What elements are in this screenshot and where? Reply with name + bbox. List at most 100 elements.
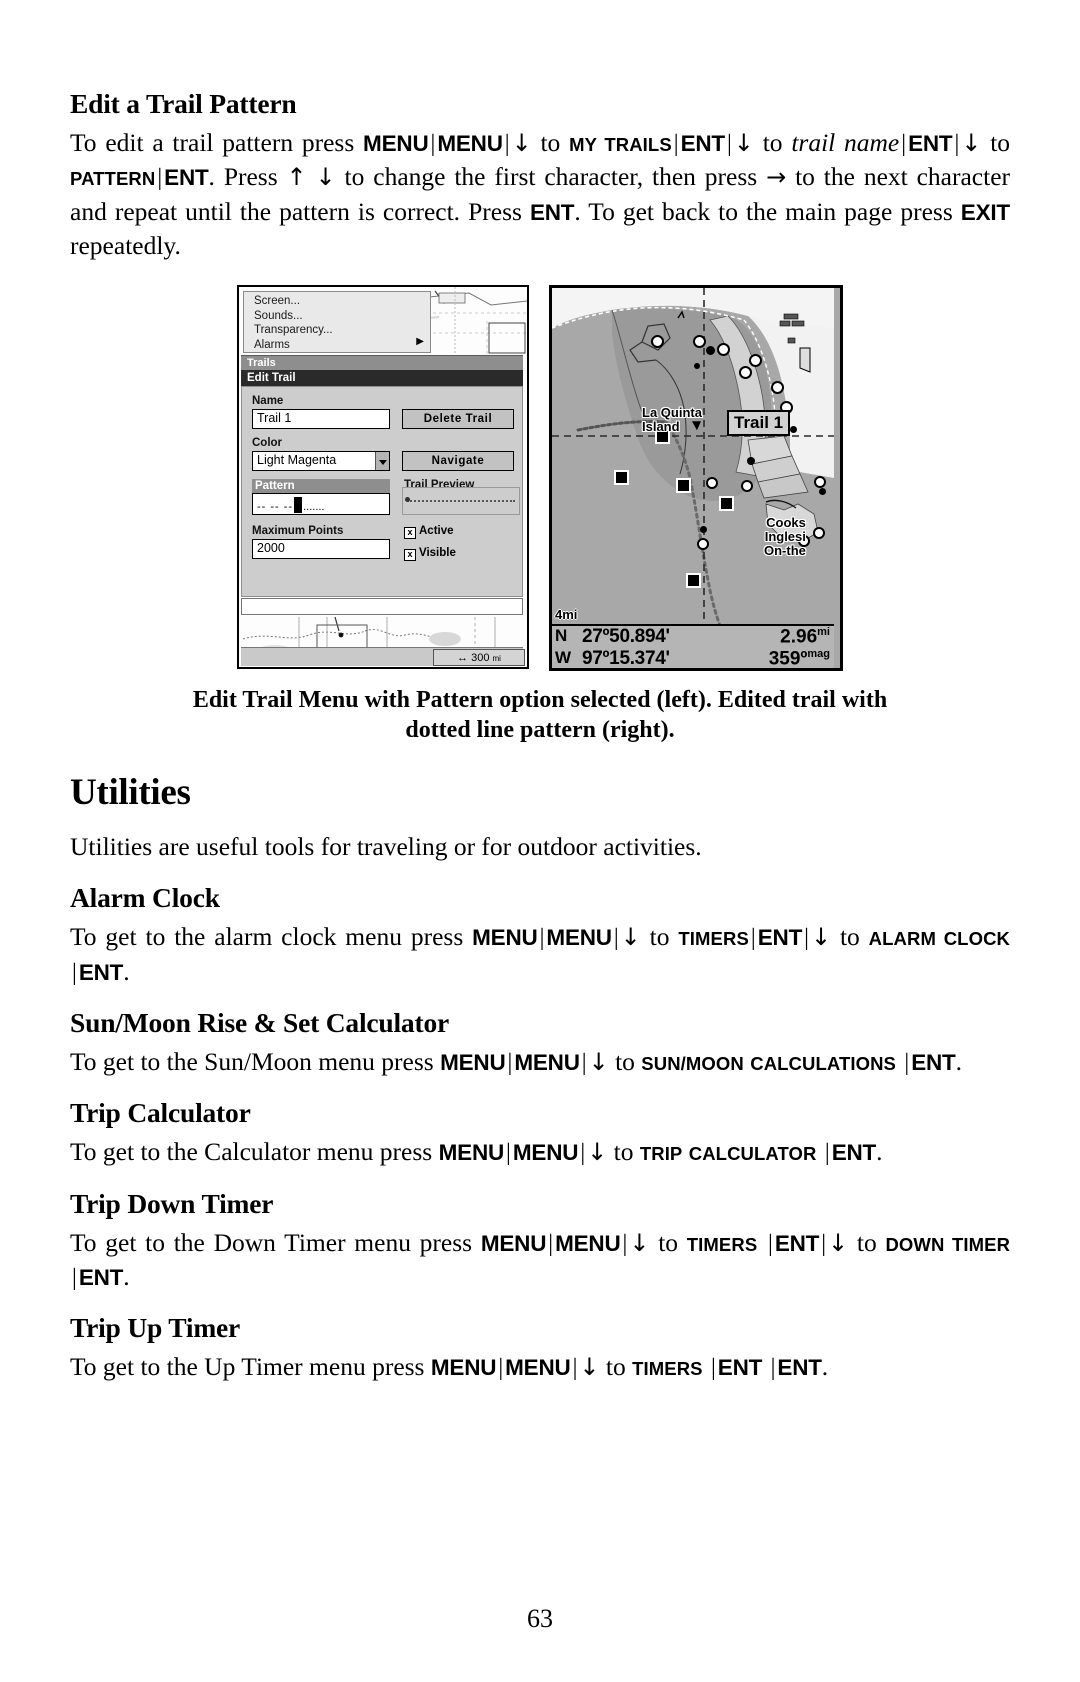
arrow-down-icon: ↓ bbox=[828, 1228, 849, 1257]
key-separator: | bbox=[726, 131, 732, 157]
edit-trail-dialog: Name Trail 1 Delete Trail Color Light Ma… bbox=[241, 386, 523, 598]
paragraph-text: To get to the Up Timer menu press bbox=[70, 1352, 431, 1382]
checkbox-mark: x bbox=[404, 527, 416, 540]
figure-screenshots: Screen... Sounds... Transparency... Alar… bbox=[70, 285, 1010, 672]
bearing-value: 359º bbox=[768, 648, 808, 670]
map-label-la-quinta: La Quinta Island bbox=[642, 406, 702, 434]
key-separator: | bbox=[750, 925, 756, 952]
chevron-down-icon[interactable] bbox=[375, 452, 389, 471]
map-label-line2: Island bbox=[642, 419, 680, 435]
utilities-intro: Utilities are useful tools for traveling… bbox=[70, 832, 702, 862]
key-separator: | bbox=[498, 1355, 504, 1382]
latitude-row: N 27º50.894' 2.96mi bbox=[552, 626, 834, 648]
map-label-line3: On-the bbox=[764, 543, 806, 559]
color-select[interactable]: Light Magenta bbox=[252, 451, 390, 472]
key-menu: MENU bbox=[546, 925, 612, 951]
navigate-button[interactable]: Navigate bbox=[402, 451, 514, 472]
visible-label: Visible bbox=[419, 547, 456, 560]
key-separator: | bbox=[506, 1140, 511, 1167]
menu-calculator: Calculator bbox=[688, 1143, 817, 1165]
arrow-down-icon: ↓ bbox=[629, 1228, 650, 1257]
word-to: to bbox=[649, 922, 670, 952]
visible-checkbox[interactable]: x Visible bbox=[404, 547, 456, 562]
key-menu: MENU bbox=[480, 1230, 547, 1256]
key-ent: ENT bbox=[78, 1264, 124, 1290]
pattern-input[interactable]: -- -- --....... bbox=[252, 493, 390, 516]
menu-item-alarms[interactable]: Alarms bbox=[254, 338, 430, 353]
key-ent: ENT bbox=[78, 959, 124, 985]
key-ent: ENT bbox=[164, 165, 209, 191]
key-menu: MENU bbox=[430, 1355, 497, 1381]
menu-alarm-clock: Alarm Clock bbox=[868, 928, 1010, 950]
menu-item-transparency[interactable]: Transparency... bbox=[254, 323, 430, 338]
page-title: Edit a Trail Pattern bbox=[70, 88, 297, 119]
key-separator: | bbox=[504, 131, 510, 157]
sunmoon-heading: Sun/Moon Rise & Set Calculator bbox=[70, 1007, 450, 1039]
pattern-value: -- -- -- bbox=[257, 501, 294, 514]
pattern-dots: ....... bbox=[303, 501, 325, 514]
key-menu: MENU bbox=[438, 1140, 505, 1166]
key-separator: | bbox=[804, 925, 809, 952]
key-separator: | bbox=[72, 959, 77, 986]
arrow-down-icon: ↓ bbox=[587, 1138, 608, 1167]
longitude-value: 97º15.374' bbox=[582, 648, 670, 670]
active-checkbox[interactable]: x Active bbox=[404, 525, 454, 540]
map-scale-4mi: 4mi bbox=[555, 607, 578, 623]
key-ent: ENT bbox=[717, 1355, 763, 1381]
key-ent: ENT bbox=[831, 1140, 877, 1166]
key-menu: MENU bbox=[440, 1050, 506, 1076]
map-label-line1: La Quinta bbox=[642, 405, 702, 421]
trip-up-timer-heading: Trip Up Timer bbox=[70, 1312, 241, 1344]
key-menu: MENU bbox=[555, 1230, 621, 1256]
map-marker-square bbox=[676, 478, 691, 494]
caption-line-1: Edit Trail Menu with Pattern option sele… bbox=[192, 687, 888, 714]
map-marker-square bbox=[719, 496, 734, 512]
word-press: Press bbox=[223, 162, 278, 192]
word-to: to bbox=[658, 1227, 679, 1257]
menu-sun-moon: Sun/Moon bbox=[641, 1053, 744, 1075]
menu-down-timer: Down Timer bbox=[885, 1233, 1011, 1255]
latitude-hemisphere: N bbox=[555, 626, 568, 646]
trip-up-timer-paragraph: To get to the Up Timer menu press MENU|M… bbox=[70, 1352, 829, 1382]
key-menu: MENU bbox=[437, 131, 503, 156]
utilities-heading: Utilities bbox=[70, 772, 191, 814]
bearing-readout: 359ºmag bbox=[768, 648, 830, 670]
delete-trail-button[interactable]: Delete Trail bbox=[402, 409, 514, 430]
menu-timers: Timers bbox=[678, 928, 749, 950]
key-separator: | bbox=[954, 131, 960, 157]
key-menu: MENU bbox=[505, 1355, 571, 1381]
maximum-points-label: Maximum Points bbox=[252, 525, 344, 538]
settings-menu-popup[interactable]: Screen... Sounds... Transparency... Alar… bbox=[243, 291, 431, 354]
key-separator: | bbox=[548, 1230, 554, 1257]
scale-unit: mi bbox=[492, 654, 501, 664]
color-label: Color bbox=[252, 437, 283, 450]
map-marker-square bbox=[614, 470, 629, 486]
key-separator: | bbox=[72, 1264, 77, 1291]
paragraph-text: To get to the Down Timer menu press bbox=[70, 1227, 481, 1257]
trip-down-timer-paragraph: To get to the Down Timer menu press MENU… bbox=[70, 1227, 1011, 1291]
pattern-label-selected: Pattern bbox=[252, 479, 390, 494]
key-separator: | bbox=[430, 131, 436, 157]
key-separator: | bbox=[901, 131, 907, 157]
longitude-row: W 97º15.374' 359ºmag bbox=[552, 648, 834, 670]
trail-preview-box bbox=[402, 487, 520, 516]
arrow-down-icon: ↓ bbox=[511, 129, 532, 157]
menu-item-screen[interactable]: Screen... bbox=[254, 294, 430, 309]
key-ent: ENT bbox=[908, 131, 953, 156]
device-screenshot-map-trail: La Quinta Island Cooks Inglesi On-the Tr… bbox=[549, 285, 843, 672]
menu-item-sounds[interactable]: Sounds... bbox=[254, 309, 430, 324]
word-to: to bbox=[990, 128, 1011, 157]
key-exit: EXIT bbox=[960, 199, 1010, 225]
name-input[interactable]: Trail 1 bbox=[252, 409, 390, 430]
key-ent: ENT bbox=[774, 1230, 820, 1256]
paragraph-text: To get to the Sun/Moon menu press bbox=[70, 1047, 441, 1077]
maximum-points-input[interactable]: 2000 bbox=[252, 539, 390, 560]
key-ent: ENT bbox=[529, 199, 575, 225]
map-label-cooks-inglesi: Cooks Inglesi On-the bbox=[764, 516, 806, 558]
word-to: to bbox=[540, 128, 561, 157]
edit-trail-pattern-paragraph: To edit a trail pattern press MENU|MENU|… bbox=[70, 128, 1011, 260]
italic-trail-name: trail name bbox=[791, 128, 900, 157]
distance-value: 2.96 bbox=[780, 626, 818, 648]
submenu-arrow-icon: ▶ bbox=[416, 336, 424, 348]
arrow-right-icon: → bbox=[766, 163, 787, 192]
